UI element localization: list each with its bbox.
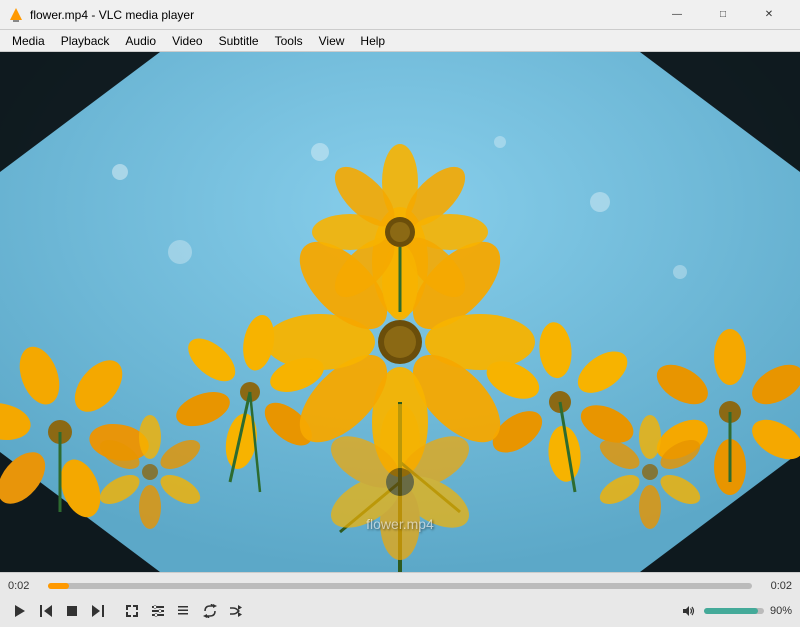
volume-fill [704, 608, 758, 614]
playlist-button[interactable] [172, 600, 196, 622]
menu-tools[interactable]: Tools [267, 32, 311, 50]
skip-forward-button[interactable] [86, 600, 110, 622]
stop-button[interactable] [60, 600, 84, 622]
window-title: flower.mp4 - VLC media player [30, 8, 654, 22]
volume-label: 90% [770, 605, 792, 617]
menu-playback[interactable]: Playback [53, 32, 118, 50]
extended-button[interactable] [146, 600, 170, 622]
volume-icon [681, 604, 695, 618]
minimize-button[interactable]: — [654, 0, 700, 30]
random-button[interactable] [224, 600, 248, 622]
extended-icon [151, 604, 165, 618]
video-canvas: flower.mp4 [0, 52, 800, 572]
fullscreen-button[interactable] [120, 600, 144, 622]
left-controls [8, 600, 676, 622]
time-total: 0:02 [760, 580, 792, 592]
vlc-icon [8, 7, 24, 23]
menu-audio[interactable]: Audio [117, 32, 164, 50]
video-frame [0, 52, 800, 572]
loop-icon [203, 604, 217, 618]
stop-icon [65, 604, 79, 618]
menu-help[interactable]: Help [352, 32, 393, 50]
loop-button[interactable] [198, 600, 222, 622]
random-icon [229, 604, 243, 618]
right-controls: 90% [676, 600, 792, 622]
maximize-button[interactable]: □ [700, 0, 746, 30]
time-elapsed: 0:02 [8, 580, 40, 592]
menu-subtitle[interactable]: Subtitle [211, 32, 267, 50]
video-area[interactable]: flower.mp4 [0, 52, 800, 572]
buttons-row: 90% [8, 598, 792, 623]
volume-slider[interactable] [704, 608, 764, 614]
mute-button[interactable] [676, 600, 700, 622]
menu-media[interactable]: Media [4, 32, 53, 50]
progress-container: 0:02 0:02 [8, 577, 792, 594]
progress-fill [48, 583, 69, 589]
skip-back-icon [39, 604, 53, 618]
menu-video[interactable]: Video [164, 32, 210, 50]
window-controls: — □ ✕ [654, 0, 792, 30]
title-bar: flower.mp4 - VLC media player — □ ✕ [0, 0, 800, 30]
skip-forward-icon [91, 604, 105, 618]
menu-view[interactable]: View [311, 32, 353, 50]
playlist-icon [177, 604, 191, 618]
play-icon [13, 604, 27, 618]
skip-back-button[interactable] [34, 600, 58, 622]
play-button[interactable] [8, 600, 32, 622]
fullscreen-icon [125, 604, 139, 618]
menu-bar: Media Playback Audio Video Subtitle Tool… [0, 30, 800, 52]
seek-bar[interactable] [48, 583, 752, 589]
controls-bar: 0:02 0:02 [0, 572, 800, 627]
close-button[interactable]: ✕ [746, 0, 792, 30]
